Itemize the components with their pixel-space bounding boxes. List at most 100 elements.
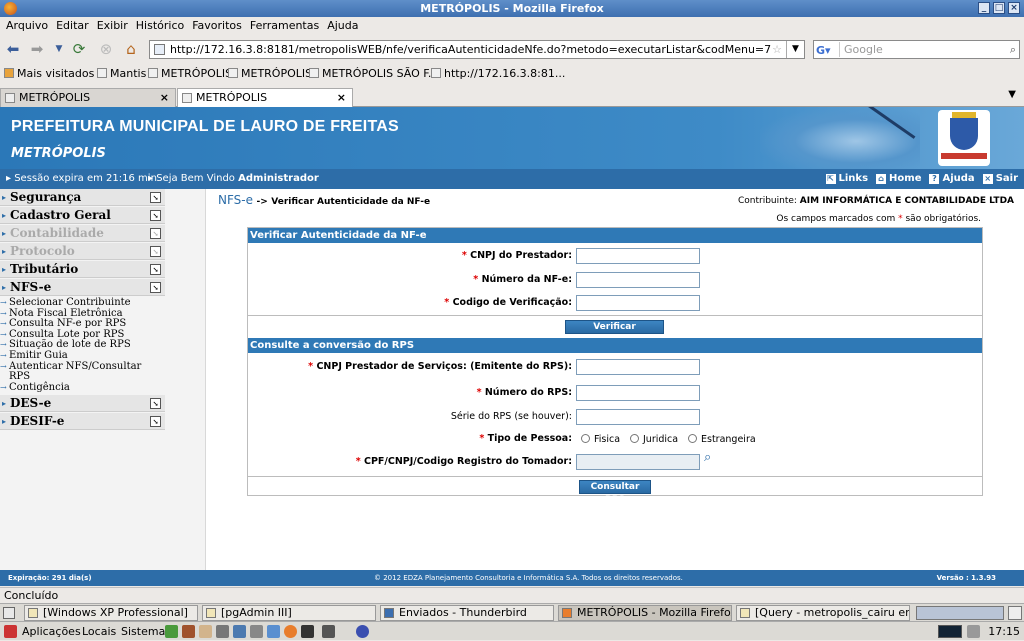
search-tomador-icon[interactable]: ⌕ (704, 450, 711, 465)
url-bar[interactable]: http://172.16.3.8:8181/metropolisWEB/nfe… (149, 40, 805, 59)
bookmark-mantis[interactable]: Mantis (97, 64, 146, 84)
system-monitor-icon (938, 625, 962, 638)
radio-fisica[interactable]: Fisica (581, 434, 620, 445)
sidebar-item-seguranca[interactable]: ▸ Segurança ↘ (0, 189, 165, 206)
breadcrumb-module[interactable]: NFS-e (218, 193, 253, 207)
task-query[interactable]: [Query - metropolis_cairu em p... (736, 605, 910, 621)
expand-icon: ↘ (150, 398, 161, 410)
sidebar-item-des-e[interactable]: ▸ DES-e ↘ (0, 395, 165, 413)
minimize-icon[interactable]: _ (978, 2, 990, 14)
bookmark-metropolis-1[interactable]: METRÓPOLIS (148, 64, 232, 84)
google-icon[interactable]: G▾ (816, 42, 840, 57)
launcher-icon[interactable] (356, 625, 369, 638)
history-dropdown-icon[interactable]: ▼ (50, 40, 68, 58)
launcher-icon[interactable] (267, 625, 280, 638)
verificar-autenticidade-button[interactable]: Verificar Autenticidade (565, 320, 664, 345)
tab-close-icon[interactable]: × (160, 89, 169, 107)
close-icon[interactable]: × (1008, 2, 1020, 14)
exit-link[interactable]: × Sair (982, 169, 1018, 189)
bookmark-metropolis-sao-f[interactable]: METRÓPOLIS SÃO F... (309, 64, 438, 84)
submenu-selecionar-contribuinte[interactable]: Selecionar Contribuinte (0, 297, 165, 309)
stop-icon[interactable]: ⊗ (97, 40, 115, 58)
bookmark-metropolis-2[interactable]: METRÓPOLIS (228, 64, 312, 84)
workspace-switcher[interactable] (916, 606, 1004, 620)
radio-estrangeira[interactable]: Estrangeira (688, 434, 756, 445)
menu-ferramentas[interactable]: Ferramentas (248, 17, 325, 35)
sidebar-item-nfse[interactable]: ▸ NFS-e ↘ (0, 279, 165, 296)
maximize-icon[interactable]: □ (993, 2, 1005, 14)
task-firefox[interactable]: METRÓPOLIS - Mozilla Firefox (558, 605, 732, 621)
welcome-text: ▸ Seja Bem Vindo Administrador (148, 173, 319, 184)
expand-icon: ↘ (150, 192, 161, 203)
tab-metropolis-2[interactable]: METRÓPOLIS × (177, 88, 353, 108)
launcher-icon[interactable] (216, 625, 229, 638)
menu-editar[interactable]: Editar (54, 17, 95, 35)
submenu-contigencia[interactable]: Contigência (0, 382, 165, 394)
tab-label: METRÓPOLIS (19, 91, 91, 104)
expand-icon: ↘ (150, 228, 161, 239)
home-icon[interactable]: ⌂ (122, 40, 140, 58)
menu-exibir[interactable]: Exibir (95, 17, 134, 35)
reload-icon[interactable]: ⟳ (70, 40, 88, 58)
hand-image (760, 107, 920, 169)
menu-aplicacoes[interactable]: Aplicações (22, 622, 81, 641)
menu-sistema[interactable]: Sistema (121, 622, 165, 641)
launcher-icon[interactable] (250, 625, 263, 638)
numero-rps-input[interactable] (576, 385, 700, 401)
cnpj-prestador-input[interactable] (576, 248, 700, 264)
expand-icon: ↘ (150, 416, 161, 428)
banner-subtitle: METRÓPOLIS (11, 146, 106, 161)
show-desktop-icon[interactable] (3, 607, 15, 619)
home-link[interactable]: ⌂ Home (876, 169, 921, 189)
launcher-icon[interactable] (199, 625, 212, 638)
forward-icon[interactable]: ➡ (28, 40, 46, 58)
contributor-info: Contribuinte: AIM INFORMÁTICA E CONTABIL… (737, 196, 1014, 206)
menu-ajuda[interactable]: Ajuda (325, 17, 364, 35)
bookmark-mais-visitados[interactable]: Mais visitados ▾ (4, 64, 103, 84)
task-pgadmin[interactable]: [pgAdmin III] (202, 605, 376, 621)
codigo-verificacao-input[interactable] (576, 295, 700, 311)
exit-icon: × (982, 174, 993, 184)
search-box[interactable]: G▾ Google ⌕ (813, 40, 1020, 59)
terminal-icon[interactable] (301, 625, 314, 638)
menu-historico[interactable]: Histórico (134, 17, 190, 35)
banner-title: PREFEITURA MUNICIPAL DE LAURO DE FREITAS (11, 118, 399, 135)
task-thunderbird[interactable]: Enviados - Thunderbird (380, 605, 554, 621)
firefox-launcher-icon[interactable] (284, 625, 297, 638)
menu-arquivo[interactable]: Arquivo (4, 17, 54, 35)
launcher-icon[interactable] (322, 625, 335, 638)
search-icon[interactable]: ⌕ (1010, 41, 1016, 58)
links-link[interactable]: ⇱ Links (825, 169, 868, 189)
radio-juridica[interactable]: Juridica (630, 434, 678, 445)
menu-favoritos[interactable]: Favoritos (190, 17, 248, 35)
submenu-autenticar-nfs[interactable]: Autenticar NFS/Consultar RPS (0, 361, 165, 383)
tab-list-icon[interactable]: ▼ (1008, 89, 1016, 100)
tab-metropolis-1[interactable]: METRÓPOLIS × (0, 88, 176, 107)
clock[interactable]: 17:15 (988, 622, 1020, 641)
launcher-icon[interactable] (233, 625, 246, 638)
sidebar-item-desif-e[interactable]: ▸ DESIF-e ↘ (0, 413, 165, 431)
row-cnpj-prestador: * CNPJ do Prestador: (248, 248, 982, 266)
url-dropdown-icon[interactable]: ▼ (786, 41, 804, 58)
submenu-emitir-guia[interactable]: Emitir Guia (0, 350, 165, 362)
bookmark-ip-link[interactable]: http://172.16.3.8:81... (431, 64, 565, 84)
task-windows-xp[interactable]: [Windows XP Professional] (24, 605, 198, 621)
tab-close-icon[interactable]: × (337, 89, 346, 107)
back-icon[interactable]: ⬅ (4, 40, 22, 58)
help-link[interactable]: ? Ajuda (929, 169, 975, 189)
consultar-rps-button[interactable]: Consultar RPS (579, 480, 651, 505)
launcher-icon[interactable] (165, 625, 178, 638)
numero-nfe-input[interactable] (576, 272, 700, 288)
network-icon (967, 625, 980, 638)
cnpj-emitente-input[interactable] (576, 359, 700, 375)
bookmark-star-icon[interactable]: ☆ (772, 41, 782, 58)
trash-icon[interactable] (1008, 606, 1022, 620)
menu-locais[interactable]: Locais (82, 622, 116, 641)
sidebar-item-tributario[interactable]: ▸ Tributário ↘ (0, 261, 165, 278)
version-text: Versão : 1.3.93 (936, 574, 996, 582)
serie-rps-input[interactable] (576, 409, 700, 425)
sidebar-item-cadastro-geral[interactable]: ▸ Cadastro Geral ↘ (0, 207, 165, 224)
launcher-icon[interactable] (182, 625, 195, 638)
tomador-input[interactable] (576, 454, 700, 470)
expand-icon: ↘ (150, 210, 161, 221)
